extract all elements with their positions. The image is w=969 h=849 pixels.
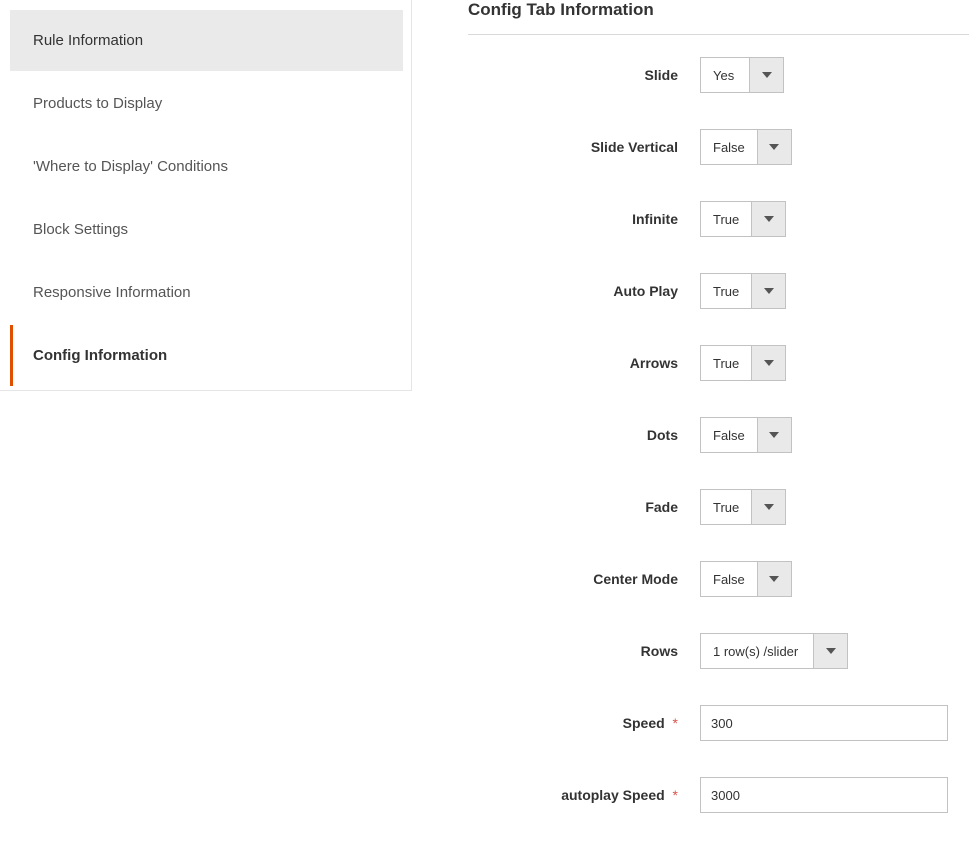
field-row-dots: Dots False bbox=[468, 417, 969, 453]
field-row-rows: Rows 1 row(s) /slider bbox=[468, 633, 969, 669]
sidebar: Rule Information Products to Display 'Wh… bbox=[0, 0, 412, 391]
field-label-text: autoplay Speed bbox=[561, 787, 664, 803]
sidebar-item-label: Config Information bbox=[33, 347, 167, 364]
sidebar-item-block-settings[interactable]: Block Settings bbox=[10, 199, 403, 260]
sidebar-item-responsive-information[interactable]: Responsive Information bbox=[10, 262, 403, 323]
field-label-text: Speed bbox=[623, 715, 665, 731]
slide-vertical-select[interactable]: False bbox=[700, 129, 792, 165]
select-value: False bbox=[701, 418, 757, 452]
field-row-slide: Slide Yes bbox=[468, 57, 969, 93]
fade-select[interactable]: True bbox=[700, 489, 786, 525]
sidebar-item-config-information[interactable]: Config Information bbox=[10, 325, 403, 386]
field-label: Slide Vertical bbox=[468, 139, 700, 155]
required-mark: * bbox=[669, 787, 678, 803]
center-mode-select[interactable]: False bbox=[700, 561, 792, 597]
sidebar-item-label: Products to Display bbox=[33, 95, 162, 112]
field-label: Fade bbox=[468, 499, 700, 515]
select-value: True bbox=[701, 274, 751, 308]
chevron-down-icon bbox=[751, 346, 785, 380]
field-row-speed: Speed * bbox=[468, 705, 969, 741]
autoplay-speed-input[interactable] bbox=[700, 777, 948, 813]
required-mark: * bbox=[669, 715, 678, 731]
sidebar-item-label: Responsive Information bbox=[33, 284, 191, 301]
select-value: False bbox=[701, 562, 757, 596]
main-panel: Config Tab Information Slide Yes Slide V… bbox=[412, 0, 969, 849]
auto-play-select[interactable]: True bbox=[700, 273, 786, 309]
field-row-fade: Fade True bbox=[468, 489, 969, 525]
field-row-autoplay-speed: autoplay Speed * bbox=[468, 777, 969, 813]
field-label: Center Mode bbox=[468, 571, 700, 587]
field-label: Infinite bbox=[468, 211, 700, 227]
field-label: Speed * bbox=[468, 715, 700, 731]
field-row-auto-play: Auto Play True bbox=[468, 273, 969, 309]
select-value: True bbox=[701, 346, 751, 380]
chevron-down-icon bbox=[757, 562, 791, 596]
field-row-slide-vertical: Slide Vertical False bbox=[468, 129, 969, 165]
field-label: autoplay Speed * bbox=[468, 787, 700, 803]
sidebar-item-rule-information[interactable]: Rule Information bbox=[10, 10, 403, 71]
field-label: Dots bbox=[468, 427, 700, 443]
chevron-down-icon bbox=[749, 58, 783, 92]
field-label: Auto Play bbox=[468, 283, 700, 299]
field-row-infinite: Infinite True bbox=[468, 201, 969, 237]
select-value: False bbox=[701, 130, 757, 164]
field-label: Slide bbox=[468, 67, 700, 83]
chevron-down-icon bbox=[813, 634, 847, 668]
section-title: Config Tab Information bbox=[468, 0, 969, 35]
select-value: Yes bbox=[701, 58, 749, 92]
field-label: Arrows bbox=[468, 355, 700, 371]
sidebar-item-label: 'Where to Display' Conditions bbox=[33, 158, 228, 175]
field-row-center-mode: Center Mode False bbox=[468, 561, 969, 597]
chevron-down-icon bbox=[751, 274, 785, 308]
speed-input[interactable] bbox=[700, 705, 948, 741]
dots-select[interactable]: False bbox=[700, 417, 792, 453]
field-row-arrows: Arrows True bbox=[468, 345, 969, 381]
chevron-down-icon bbox=[757, 418, 791, 452]
arrows-select[interactable]: True bbox=[700, 345, 786, 381]
select-value: 1 row(s) /slider bbox=[701, 634, 813, 668]
rows-select[interactable]: 1 row(s) /slider bbox=[700, 633, 848, 669]
sidebar-item-label: Block Settings bbox=[33, 221, 128, 238]
sidebar-item-where-to-display-conditions[interactable]: 'Where to Display' Conditions bbox=[10, 136, 403, 197]
slide-select[interactable]: Yes bbox=[700, 57, 784, 93]
chevron-down-icon bbox=[751, 202, 785, 236]
select-value: True bbox=[701, 202, 751, 236]
infinite-select[interactable]: True bbox=[700, 201, 786, 237]
sidebar-item-products-to-display[interactable]: Products to Display bbox=[10, 73, 403, 134]
select-value: True bbox=[701, 490, 751, 524]
chevron-down-icon bbox=[751, 490, 785, 524]
sidebar-item-label: Rule Information bbox=[33, 32, 143, 49]
chevron-down-icon bbox=[757, 130, 791, 164]
field-label: Rows bbox=[468, 643, 700, 659]
